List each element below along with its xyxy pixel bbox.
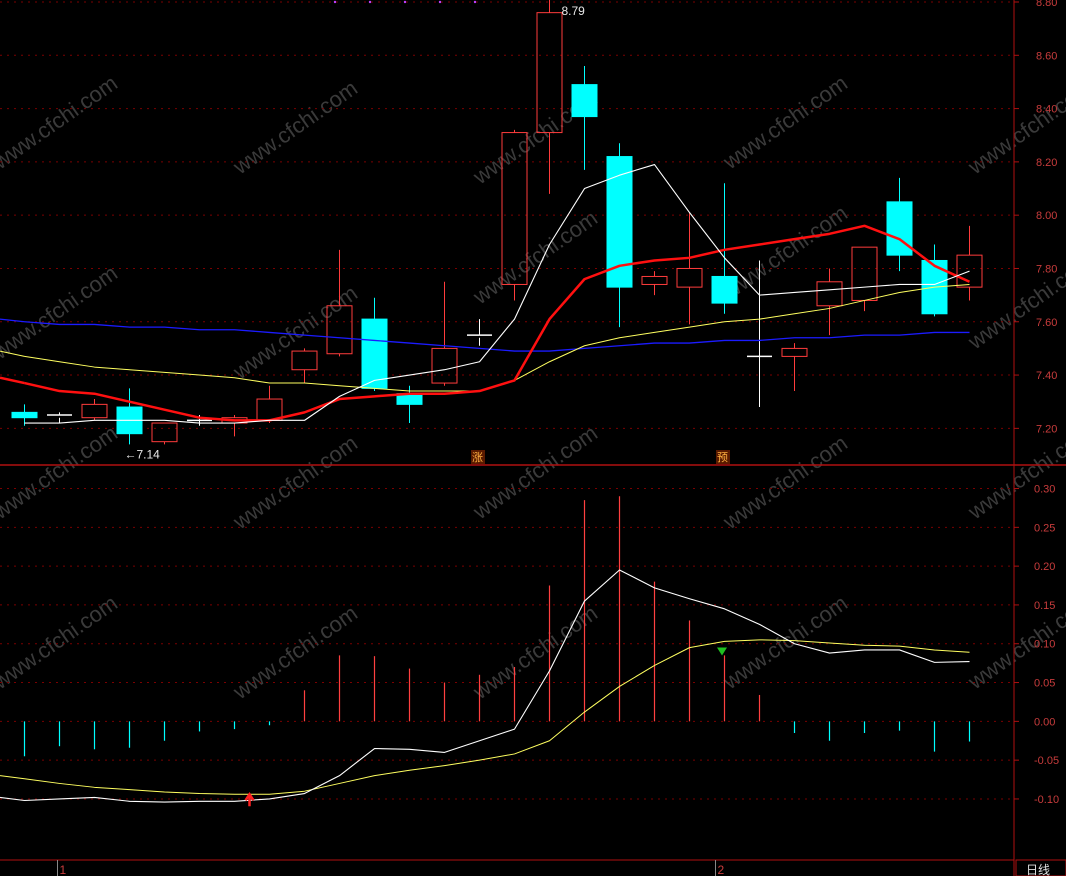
candlestick-panel[interactable]: 8.79 ←7.14 涨 预 — [0, 0, 983, 464]
watermark-text: www.cfchi.com — [718, 430, 852, 534]
candle-body — [431, 347, 458, 384]
buy-signal-arrow — [244, 792, 255, 807]
candle[interactable] — [641, 271, 668, 296]
candle[interactable] — [606, 143, 633, 328]
candle[interactable] — [291, 348, 318, 384]
watermark-text: www.cfchi.com — [718, 200, 852, 304]
candle[interactable] — [116, 388, 143, 445]
dif-line-lead — [0, 796, 25, 802]
time-tick-label: 2 — [718, 863, 725, 876]
price-tick-label: 7.60 — [1036, 317, 1057, 329]
candle[interactable] — [886, 177, 913, 272]
watermark-text: www.cfchi.com — [228, 600, 362, 704]
candle[interactable] — [676, 212, 703, 325]
indicator-tick-label: 0.05 — [1034, 678, 1055, 690]
candle-body — [11, 411, 38, 419]
top-dot — [438, 0, 442, 4]
top-dot — [368, 0, 372, 4]
event-marker[interactable]: 涨 — [471, 450, 485, 464]
watermark-text: www.cfchi.com — [228, 75, 362, 179]
candle-body — [571, 84, 598, 118]
top-dot — [473, 0, 477, 4]
candle-body — [361, 318, 388, 389]
indicator-tick-label: 0.25 — [1034, 522, 1055, 534]
watermark-layer: www.cfchi.com www.cfchi.com www.cfchi.com w… — [0, 70, 1066, 704]
candle-body — [641, 275, 668, 285]
price-tick-label: 8.20 — [1036, 157, 1057, 169]
candle[interactable] — [816, 268, 843, 336]
ma60-line — [24, 321, 970, 352]
candle[interactable] — [221, 415, 248, 437]
watermark-text: www.cfchi.com — [468, 420, 602, 524]
watermark-text: www.cfchi.com — [468, 600, 602, 704]
candle-body — [606, 156, 633, 288]
candle-body — [81, 403, 108, 419]
candle[interactable] — [956, 225, 983, 301]
candle-body — [711, 275, 738, 304]
price-tick-label: 8.80 — [1036, 0, 1057, 9]
candle-body — [851, 246, 878, 301]
watermark-text: www.cfchi.com — [228, 430, 362, 534]
price-tick-label: 8.60 — [1036, 50, 1057, 62]
candle[interactable] — [47, 412, 72, 424]
watermark-text: www.cfchi.com — [228, 280, 362, 384]
candle[interactable] — [81, 399, 108, 421]
candle[interactable] — [467, 319, 492, 346]
candle[interactable] — [361, 297, 388, 392]
high-price-annotation: 8.79 — [562, 4, 586, 18]
period-label[interactable]: 日线 — [1026, 863, 1050, 876]
indicator-tick-label: -0.10 — [1034, 794, 1059, 806]
watermark-text: www.cfchi.com — [0, 420, 122, 524]
sell-signal-arrow — [717, 647, 727, 656]
indicator-tick-label: 0.20 — [1034, 561, 1055, 573]
event-marker-label: 涨 — [472, 451, 483, 464]
indicator-tick-label: -0.05 — [1034, 755, 1059, 767]
candle-body — [816, 281, 843, 307]
price-tick-label: 7.80 — [1036, 263, 1057, 275]
candle[interactable] — [851, 246, 878, 312]
candle[interactable] — [921, 244, 948, 317]
top-dot — [403, 0, 407, 4]
candle[interactable] — [536, 0, 563, 194]
indicator-tick-label: 0.10 — [1034, 639, 1055, 651]
watermark-text: www.cfchi.com — [0, 70, 122, 174]
watermark-text: www.cfchi.com — [0, 590, 122, 694]
event-marker[interactable]: 预 — [716, 450, 730, 464]
top-dot — [333, 0, 337, 4]
dea-line-lead — [0, 775, 25, 780]
low-price-annotation: ←7.14 — [125, 447, 161, 461]
candle-body — [676, 267, 703, 288]
time-tick-label: 1 — [60, 863, 67, 876]
indicator-tick-label: 0.00 — [1034, 716, 1055, 728]
candle-body — [151, 422, 178, 443]
watermark-text: www.cfchi.com — [718, 70, 852, 174]
watermark-text: www.cfchi.com — [468, 205, 602, 309]
watermark-text: www.cfchi.com — [718, 590, 852, 694]
candle[interactable] — [781, 343, 808, 392]
candle[interactable] — [151, 422, 178, 445]
ma10-line-lead — [0, 376, 25, 385]
candle-body — [291, 350, 318, 371]
price-tick-label: 8.00 — [1036, 210, 1057, 222]
candle-body — [781, 347, 808, 357]
indicator-tick-label: 0.30 — [1034, 484, 1055, 496]
ma10-line — [24, 224, 971, 422]
stock-chart[interactable]: www.cfchi.com www.cfchi.com www.cfchi.com w… — [0, 0, 1066, 876]
event-marker-label: 预 — [717, 451, 728, 464]
price-tick-label: 8.40 — [1036, 104, 1057, 116]
indicator-tick-label: 0.15 — [1034, 600, 1055, 612]
watermark-text: www.cfchi.com — [0, 260, 122, 364]
price-tick-label: 7.40 — [1036, 370, 1057, 382]
price-tick-label: 7.20 — [1036, 423, 1057, 435]
